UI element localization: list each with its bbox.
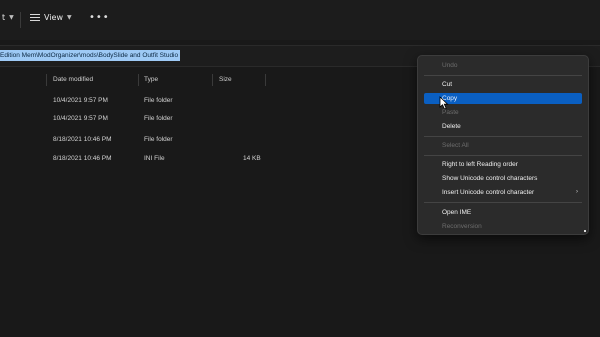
- file-row[interactable]: 10/4/2021 9:57 PM File folder: [0, 112, 420, 128]
- column-divider[interactable]: [138, 74, 139, 86]
- sort-label: t: [2, 13, 6, 22]
- menu-item-show-unicode[interactable]: Show Unicode control characters: [424, 173, 582, 184]
- column-header-size[interactable]: Size: [219, 76, 232, 83]
- menu-item-rtl-reading-order[interactable]: Right to left Reading order: [424, 159, 582, 170]
- more-options-icon[interactable]: •••: [89, 12, 110, 23]
- view-button[interactable]: View ▼: [30, 13, 72, 22]
- file-row[interactable]: 8/18/2021 10:46 PM INI File 14 KB: [0, 152, 420, 168]
- mouse-pointer-icon: [439, 96, 449, 110]
- column-divider[interactable]: [265, 74, 266, 86]
- menu-separator: [424, 136, 582, 137]
- menu-item-open-ime[interactable]: Open IME: [424, 207, 582, 218]
- size-cell: 14 KB: [243, 155, 261, 162]
- menu-separator: [424, 202, 582, 203]
- chevron-down-icon: ▼: [66, 14, 72, 21]
- date-modified-cell: 10/4/2021 9:57 PM: [53, 97, 108, 104]
- chevron-down-icon: ▼: [9, 14, 14, 21]
- command-bar: t ▼ View ▼ •••: [0, 0, 600, 40]
- menu-item-undo[interactable]: Undo: [424, 60, 582, 71]
- file-row[interactable]: 8/18/2021 10:46 PM File folder: [0, 133, 420, 149]
- type-cell: INI File: [144, 155, 165, 162]
- file-row[interactable]: 10/4/2021 9:57 PM File folder: [0, 94, 420, 110]
- column-header-type[interactable]: Type: [144, 76, 158, 83]
- menu-item-cut[interactable]: Cut: [424, 79, 582, 90]
- menu-separator: [424, 155, 582, 156]
- type-cell: File folder: [144, 136, 173, 143]
- column-divider[interactable]: [46, 74, 47, 86]
- date-modified-cell: 8/18/2021 10:46 PM: [53, 155, 112, 162]
- column-divider[interactable]: [212, 74, 213, 86]
- date-modified-cell: 10/4/2021 9:57 PM: [53, 115, 108, 122]
- view-icon: [30, 13, 40, 22]
- date-modified-cell: 8/18/2021 10:46 PM: [53, 136, 112, 143]
- menu-item-insert-unicode[interactable]: Insert Unicode control character ›: [424, 187, 582, 198]
- address-path-input[interactable]: Edition Mem\ModOrganizer\mods\BodySlide …: [0, 50, 181, 61]
- type-cell: File folder: [144, 115, 173, 122]
- insert-unicode-label: Insert Unicode control character: [442, 189, 535, 196]
- toolbar-divider: [20, 12, 21, 28]
- view-label: View: [44, 13, 63, 22]
- column-header-date-modified[interactable]: Date modified: [53, 76, 93, 83]
- context-menu: Undo Cut Copy Paste Delete Select All Ri…: [417, 55, 589, 235]
- menu-item-delete[interactable]: Delete: [424, 121, 582, 132]
- menu-separator: [424, 75, 582, 76]
- sort-button[interactable]: t ▼: [2, 13, 14, 22]
- menu-item-select-all[interactable]: Select All: [424, 140, 582, 151]
- type-cell: File folder: [144, 97, 173, 104]
- chevron-right-icon: ›: [576, 189, 578, 195]
- menu-item-reconversion[interactable]: Reconversion: [424, 221, 582, 232]
- resize-grip-icon: [584, 230, 586, 232]
